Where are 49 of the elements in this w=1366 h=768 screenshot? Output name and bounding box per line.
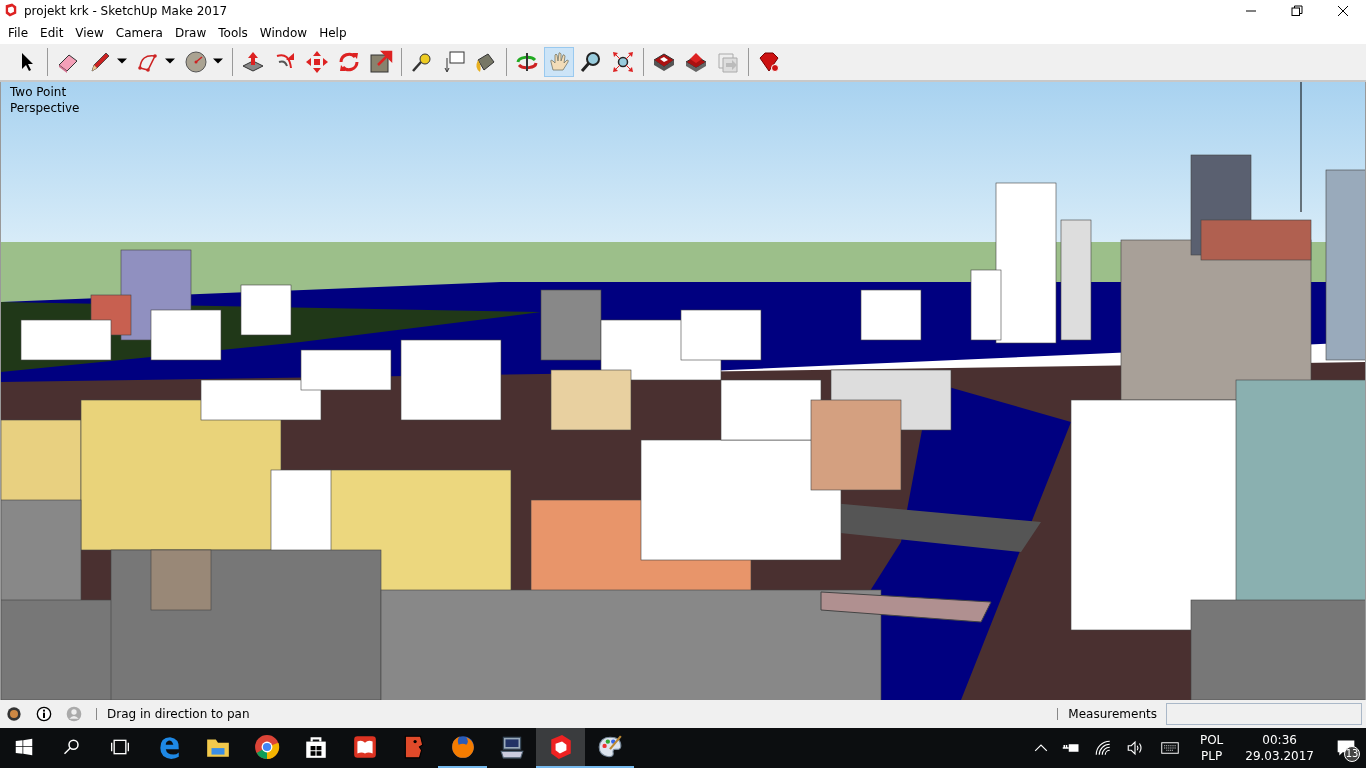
speaker-icon[interactable] bbox=[1125, 739, 1144, 757]
circle-icon bbox=[184, 50, 208, 74]
scale-icon bbox=[369, 50, 393, 74]
geo-location-icon bbox=[6, 706, 22, 722]
measurements-label: Measurements bbox=[1068, 707, 1157, 721]
menu-item[interactable]: Camera bbox=[109, 26, 169, 40]
restore-icon[interactable] bbox=[1291, 5, 1303, 17]
menu-item[interactable]: Edit bbox=[34, 26, 70, 40]
tape-measure-icon bbox=[410, 50, 434, 74]
pencil-icon bbox=[88, 50, 112, 74]
window-title: projekt krk - SketchUp Make 2017 bbox=[24, 4, 229, 18]
menu-item[interactable]: Draw bbox=[168, 26, 213, 40]
rotate-arrows-icon bbox=[337, 50, 361, 74]
text-label-icon bbox=[442, 50, 466, 74]
info-icon bbox=[36, 706, 52, 722]
zoom-icon bbox=[579, 50, 603, 74]
task-view-icon[interactable] bbox=[110, 737, 130, 757]
hand-icon bbox=[547, 50, 571, 74]
zoom-extents-icon bbox=[611, 50, 635, 74]
keyboard-layout[interactable]: PLP bbox=[1201, 748, 1223, 764]
clock-time[interactable]: 00:36 bbox=[1262, 732, 1297, 748]
computer-icon bbox=[498, 734, 525, 760]
paint-palette-icon bbox=[596, 734, 623, 760]
menu-item[interactable]: File bbox=[2, 26, 35, 40]
menu-item[interactable]: Tools bbox=[212, 26, 254, 40]
wifi-icon[interactable] bbox=[1093, 739, 1112, 757]
orbit-icon bbox=[515, 50, 539, 74]
book-icon bbox=[351, 734, 378, 760]
start-windows-icon[interactable] bbox=[15, 738, 33, 756]
menu-item[interactable]: Window bbox=[253, 26, 314, 40]
menu-item[interactable]: Help bbox=[313, 26, 353, 40]
share-model-icon bbox=[684, 50, 708, 74]
taskbar-button[interactable] bbox=[536, 728, 585, 768]
move-arrows-icon bbox=[305, 50, 329, 74]
chrome-browser-icon bbox=[253, 734, 280, 760]
measurements-field[interactable] bbox=[1166, 703, 1362, 725]
ruby-gem-icon bbox=[757, 50, 781, 74]
menu-item[interactable]: View bbox=[69, 26, 110, 40]
layout-icon bbox=[716, 50, 740, 74]
clock-date[interactable]: 29.03.2017 bbox=[1245, 748, 1314, 764]
close-icon[interactable] bbox=[1337, 5, 1349, 17]
camera-view-label: Two Point Perspective bbox=[10, 84, 80, 116]
notification-count: 13 bbox=[1344, 746, 1360, 762]
status-hint: Drag in direction to pan bbox=[107, 707, 251, 721]
push-pull-icon bbox=[241, 50, 265, 74]
input-language[interactable]: POL bbox=[1199, 732, 1224, 748]
user-account-icon bbox=[66, 706, 82, 722]
firefox-browser-icon bbox=[449, 734, 476, 760]
search-icon[interactable] bbox=[63, 738, 81, 756]
